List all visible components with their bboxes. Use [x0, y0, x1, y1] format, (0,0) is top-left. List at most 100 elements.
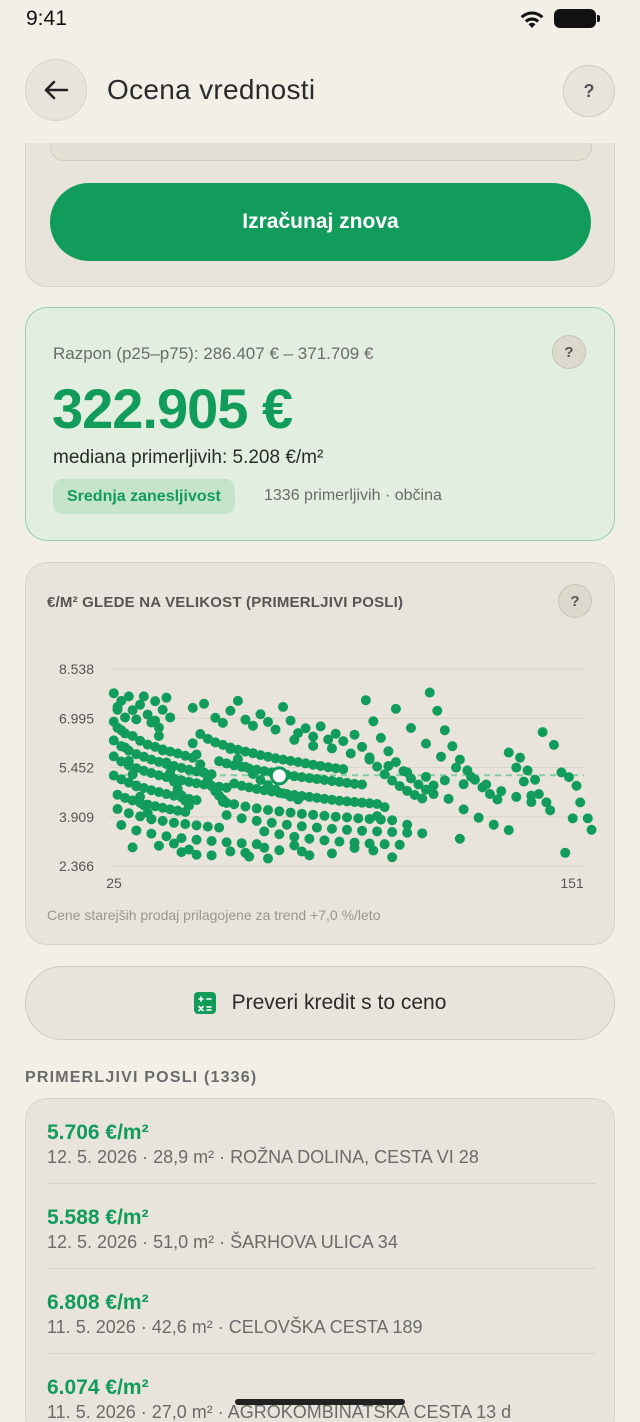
data-point — [123, 691, 134, 702]
data-point — [232, 753, 243, 764]
data-point — [405, 722, 416, 733]
data-point — [372, 826, 383, 837]
scatter-chart: 8.538 6.995 5.452 3.909 2.366 25 151 — [59, 661, 597, 891]
comparable-price: 5.706 €/m² — [47, 1121, 149, 1144]
data-point — [278, 701, 289, 712]
comparable-meta: 11. 5. 2026 · 42,6 m² · CELOVŠKA CESTA 1… — [47, 1317, 423, 1337]
data-point — [436, 751, 447, 762]
data-point — [368, 716, 379, 727]
data-point — [123, 755, 134, 766]
data-point — [161, 757, 172, 768]
data-point — [345, 748, 356, 759]
data-point — [496, 786, 507, 797]
data-point — [138, 691, 149, 702]
form-field-stub[interactable] — [50, 143, 592, 161]
data-point — [315, 721, 326, 732]
data-point — [263, 853, 273, 864]
data-point — [439, 775, 450, 786]
data-point — [567, 813, 578, 824]
data-point — [108, 688, 119, 699]
recalculate-button[interactable]: Izračunaj znova — [50, 183, 591, 261]
data-point — [263, 805, 273, 816]
back-button[interactable] — [25, 59, 87, 121]
data-point — [308, 809, 319, 820]
data-point — [221, 837, 232, 848]
data-point — [522, 765, 533, 776]
data-point — [424, 687, 435, 698]
data-point — [402, 819, 413, 830]
list-item[interactable]: 6.808 €/m² 11. 5. 2026 · 42,6 m² · CELOV… — [26, 1269, 614, 1354]
median-price: mediana primerljivih: 5.208 €/m² — [53, 447, 324, 468]
data-point — [225, 846, 236, 857]
data-point — [202, 821, 213, 832]
data-point — [421, 771, 431, 782]
data-point — [548, 739, 559, 750]
data-point — [417, 793, 428, 804]
help-button[interactable]: ? — [563, 65, 615, 117]
calculator-icon — [193, 992, 216, 1014]
data-point — [123, 808, 134, 819]
data-point — [545, 805, 556, 816]
data-point — [232, 695, 243, 706]
data-point — [240, 801, 251, 812]
data-point — [560, 847, 571, 858]
data-point — [127, 769, 138, 780]
data-point — [537, 727, 548, 738]
data-point — [439, 725, 450, 736]
list-item[interactable]: 6.074 €/m² 11. 5. 2026 · 27,0 m² · AGROK… — [26, 1354, 614, 1422]
data-point — [511, 791, 522, 802]
list-item[interactable]: 5.588 €/m² 12. 5. 2026 · 51,0 m² · ŠARHO… — [26, 1184, 614, 1269]
data-point — [357, 825, 368, 836]
data-point — [225, 705, 236, 716]
status-bar: 9:41 — [0, 0, 640, 40]
data-point — [153, 840, 164, 851]
data-point — [458, 804, 469, 815]
data-point — [191, 820, 202, 831]
data-point — [394, 839, 405, 850]
data-point — [586, 824, 597, 835]
data-point — [383, 746, 394, 757]
y-tick-label: 5.452 — [59, 760, 94, 776]
data-point — [266, 817, 277, 828]
data-point — [503, 747, 514, 758]
data-point — [274, 829, 285, 840]
list-item[interactable]: 5.706 €/m² 12. 5. 2026 · 28,9 m² · ROŽNA… — [26, 1099, 614, 1184]
data-point — [157, 704, 168, 715]
data-point — [390, 703, 401, 714]
data-point — [473, 812, 484, 823]
chart-note: Cene starejših prodaj prilagojene za tre… — [47, 907, 381, 923]
data-point — [319, 810, 330, 821]
data-point — [360, 695, 371, 706]
data-point — [217, 717, 228, 728]
check-loan-button[interactable]: Preveri kredit s to ceno — [25, 966, 615, 1040]
comparable-price: 6.074 €/m² — [47, 1376, 149, 1399]
data-point — [240, 761, 251, 772]
comparables-section-title: PRIMERLJIVI POSLI (1336) — [25, 1069, 258, 1086]
data-point — [353, 813, 364, 824]
data-point — [221, 797, 232, 808]
data-point — [293, 794, 304, 805]
data-point — [289, 734, 300, 745]
data-point — [326, 823, 337, 834]
y-tick-label: 6.995 — [59, 710, 94, 726]
data-point — [146, 828, 157, 839]
data-point — [296, 846, 307, 857]
data-point — [466, 771, 477, 782]
estimate-help-button[interactable]: ? — [552, 335, 586, 369]
data-point — [274, 806, 285, 817]
data-point — [428, 789, 439, 800]
data-point — [131, 714, 142, 725]
data-point — [488, 819, 499, 830]
data-point — [161, 831, 172, 842]
comparables-meta: 1336 primerljivih · občina — [264, 487, 442, 504]
data-point — [285, 715, 296, 726]
data-point — [454, 833, 465, 844]
y-tick-label: 3.909 — [59, 809, 94, 825]
data-point — [236, 838, 247, 849]
data-point — [481, 779, 492, 790]
data-point — [153, 730, 164, 741]
data-point — [326, 743, 337, 754]
data-point — [161, 692, 172, 703]
data-point — [244, 851, 255, 862]
data-point — [571, 780, 582, 791]
